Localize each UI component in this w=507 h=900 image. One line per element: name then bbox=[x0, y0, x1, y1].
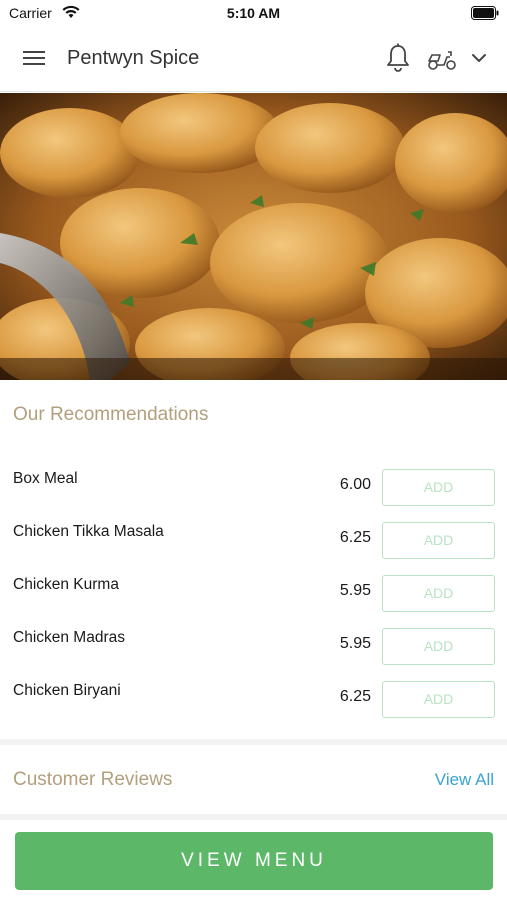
add-button[interactable]: ADD bbox=[382, 469, 495, 506]
section-divider bbox=[0, 814, 507, 820]
item-price: 6.25 bbox=[339, 529, 371, 546]
list-item: Chicken Tikka Masala 6.25 ADD bbox=[0, 522, 507, 575]
list-item: Chicken Madras 5.95 ADD bbox=[0, 628, 507, 681]
item-price: 6.00 bbox=[339, 476, 371, 493]
recommendations-title: Our Recommendations bbox=[13, 404, 209, 425]
app-header: Pentwyn Spice bbox=[0, 26, 507, 92]
list-item: Chicken Kurma 5.95 ADD bbox=[0, 575, 507, 628]
bell-icon[interactable] bbox=[385, 43, 411, 73]
item-name: Chicken Tikka Masala bbox=[13, 523, 164, 540]
section-divider bbox=[0, 739, 507, 745]
item-name: Chicken Biryani bbox=[13, 682, 121, 699]
add-button[interactable]: ADD bbox=[382, 575, 495, 612]
item-price: 5.95 bbox=[339, 635, 371, 652]
item-name: Chicken Kurma bbox=[13, 576, 119, 593]
status-bar: Carrier 5:10 AM bbox=[0, 0, 507, 26]
reviews-title: Customer Reviews bbox=[13, 769, 173, 790]
item-price: 5.95 bbox=[339, 582, 371, 599]
battery-icon bbox=[471, 6, 499, 20]
chevron-down-icon[interactable] bbox=[470, 51, 488, 65]
view-all-link[interactable]: View All bbox=[435, 770, 494, 790]
food-photo bbox=[0, 93, 507, 380]
scooter-icon[interactable] bbox=[426, 46, 458, 72]
view-menu-button[interactable]: VIEW MENU bbox=[15, 832, 493, 890]
restaurant-title: Pentwyn Spice bbox=[67, 47, 200, 69]
item-name: Box Meal bbox=[13, 470, 78, 487]
item-name: Chicken Madras bbox=[13, 629, 125, 646]
list-item: Chicken Biryani 6.25 ADD bbox=[0, 681, 507, 734]
status-time: 5:10 AM bbox=[226, 5, 281, 21]
add-button[interactable]: ADD bbox=[382, 628, 495, 665]
list-item: Box Meal 6.00 ADD bbox=[0, 469, 507, 522]
item-price: 6.25 bbox=[339, 688, 371, 705]
add-button[interactable]: ADD bbox=[382, 522, 495, 559]
add-button[interactable]: ADD bbox=[382, 681, 495, 718]
menu-icon[interactable] bbox=[22, 48, 46, 68]
hero-image bbox=[0, 93, 507, 380]
